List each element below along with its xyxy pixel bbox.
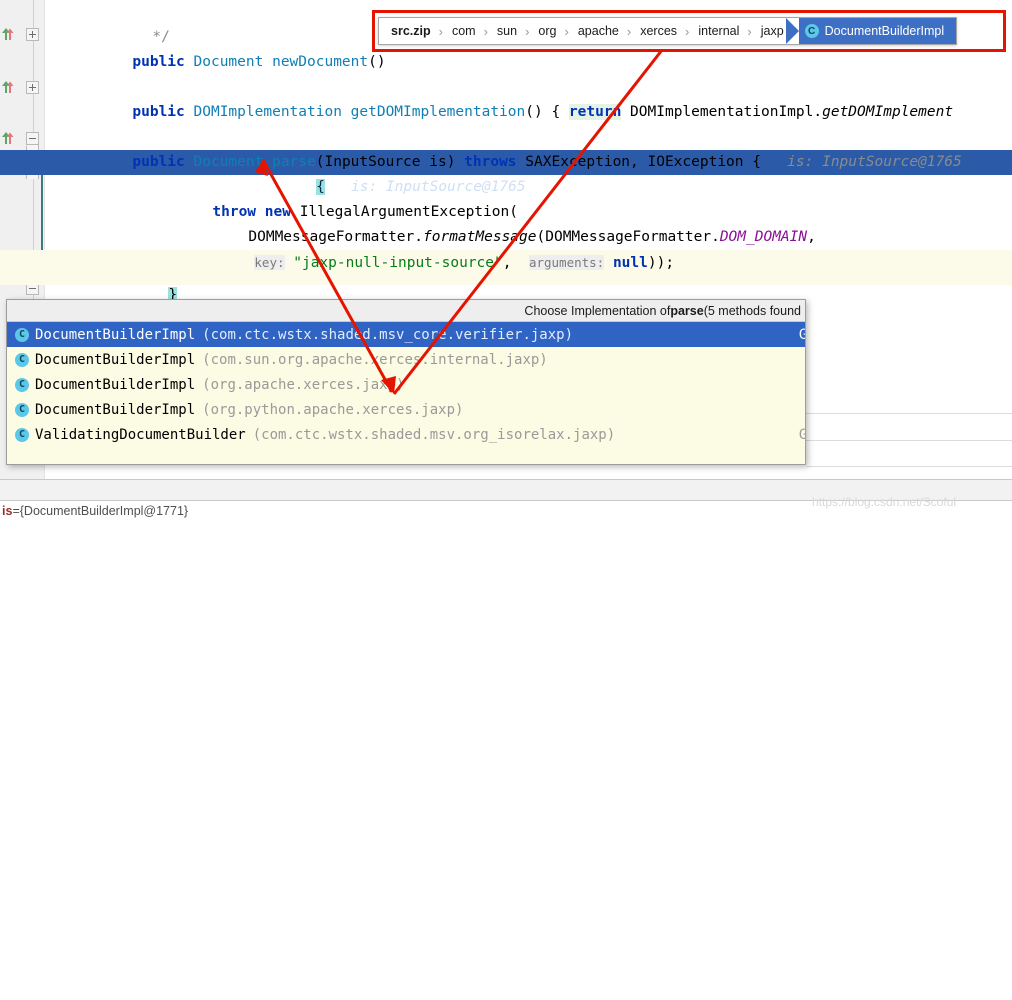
parameter-hint-key: key: xyxy=(254,255,284,270)
breadcrumb-label: apache xyxy=(578,24,619,38)
class-icon: C xyxy=(15,403,29,417)
debug-equals: = xyxy=(12,504,19,518)
implementation-package: (com.sun.org.apache.xerces.internal.jaxp… xyxy=(202,352,548,368)
ide-window: */ public Document newDocument() public … xyxy=(0,0,1012,521)
class-icon: C xyxy=(15,353,29,367)
class-icon: C xyxy=(15,328,29,342)
code-token xyxy=(604,255,613,271)
breadcrumb-label: DocumentBuilderImpl xyxy=(825,24,945,38)
debug-variable-name: is xyxy=(2,504,12,518)
code-token: SAXException, IOException { xyxy=(517,154,761,170)
panel-row-divider xyxy=(806,440,1012,441)
fold-collapse-icon[interactable] xyxy=(26,132,39,145)
breadcrumb-label: jaxp xyxy=(761,24,784,38)
breadcrumb-label: internal xyxy=(698,24,739,38)
debug-variable-value: {DocumentBuilderImpl@1771} xyxy=(20,504,188,518)
code-line: public Document newDocument() xyxy=(80,25,386,50)
fold-expand-icon[interactable] xyxy=(26,28,39,41)
code-token: return xyxy=(569,104,621,120)
code-token: Document xyxy=(194,54,264,70)
implementation-list[interactable]: C DocumentBuilderImpl (com.ctc.wstx.shad… xyxy=(7,322,805,447)
inline-debug-hint: is: InputSource@1765 xyxy=(761,154,962,170)
code-token: public xyxy=(132,54,184,70)
code-token xyxy=(263,54,272,70)
implementation-class-name: DocumentBuilderImpl xyxy=(35,377,195,393)
class-icon: C xyxy=(15,378,29,392)
code-line: public Document parse(InputSource is) th… xyxy=(80,125,962,150)
implementation-class-name: ValidatingDocumentBuilder xyxy=(35,427,246,443)
code-line: key: "jaxp-null-input-source", arguments… xyxy=(202,225,674,250)
panel-row-divider xyxy=(806,466,1012,467)
code-token xyxy=(185,104,194,120)
breadcrumb-label: com xyxy=(452,24,476,38)
popup-header-prefix: Choose Implementation of xyxy=(524,304,670,318)
panel-row-divider xyxy=(806,413,1012,414)
fold-expand-icon[interactable] xyxy=(26,81,39,94)
popup-header-suffix: (5 methods found xyxy=(704,304,801,318)
code-token: , xyxy=(807,229,816,245)
breadcrumb-item-internal[interactable]: internal xyxy=(690,18,746,44)
list-item[interactable]: C DocumentBuilderImpl (com.sun.org.apach… xyxy=(7,347,805,372)
parameter-hint-arguments: arguments: xyxy=(529,255,604,270)
code-token: newDocument xyxy=(272,54,368,70)
breadcrumb-item-xerces[interactable]: xerces xyxy=(632,18,684,44)
implementing-method-icon[interactable] xyxy=(0,27,16,43)
breadcrumb-label: sun xyxy=(497,24,517,38)
code-token: () { xyxy=(525,104,569,120)
code-line: DOMMessageFormatter.formatMessage(DOMMes… xyxy=(196,200,816,225)
implementation-package: (org.apache.xerces.jaxp) xyxy=(202,377,404,393)
implementation-package: (org.python.apache.xerces.jaxp) xyxy=(202,402,463,418)
breadcrumb[interactable]: src.zip › com › sun › org › apache › xer… xyxy=(378,17,957,45)
code-token xyxy=(185,54,194,70)
code-token: , xyxy=(503,255,529,271)
code-token: "jaxp-null-input-source" xyxy=(293,255,503,271)
code-line: } xyxy=(116,258,177,283)
implementation-class-name: DocumentBuilderImpl xyxy=(35,402,195,418)
implementation-source-label: Gradl xyxy=(799,427,806,443)
popup-header-method: parse xyxy=(670,304,703,318)
breadcrumb-item-apache[interactable]: apache xyxy=(570,18,626,44)
code-token xyxy=(342,104,351,120)
code-token: null xyxy=(613,255,648,271)
code-token: )); xyxy=(648,255,674,271)
watermark-text: https://blog.csdn.net/Scoful xyxy=(812,495,956,509)
choose-implementation-popup[interactable]: Choose Implementation of parse (5 method… xyxy=(6,299,806,465)
breadcrumb-label: src.zip xyxy=(391,24,431,38)
breadcrumb-item-current-class[interactable]: C DocumentBuilderImpl xyxy=(799,18,957,44)
implementation-package: (com.ctc.wstx.shaded.msv_core.verifier.j… xyxy=(202,327,573,343)
popup-header: Choose Implementation of parse (5 method… xyxy=(7,300,805,322)
code-token: DOM_DOMAIN xyxy=(720,229,807,245)
code-token: public xyxy=(132,104,184,120)
code-line: throw new IllegalArgumentException( xyxy=(160,175,518,200)
implementing-method-icon[interactable] xyxy=(0,131,16,147)
code-token: getDOMImplementation xyxy=(351,104,526,120)
list-item[interactable]: C DocumentBuilderImpl (org.apache.xerces… xyxy=(7,372,805,397)
implementation-package: (com.ctc.wstx.shaded.msv.org_isorelax.ja… xyxy=(253,427,615,443)
breadcrumb-label: xerces xyxy=(640,24,677,38)
list-item[interactable]: C ValidatingDocumentBuilder (com.ctc.wst… xyxy=(7,422,805,447)
breadcrumb-item-com[interactable]: com xyxy=(444,18,483,44)
list-item[interactable]: C DocumentBuilderImpl (com.ctc.wstx.shad… xyxy=(7,322,805,347)
implementing-method-icon[interactable] xyxy=(0,80,16,96)
code-line: */ xyxy=(100,0,170,25)
implementation-class-name: DocumentBuilderImpl xyxy=(35,327,195,343)
code-token: () xyxy=(368,54,385,70)
class-icon: C xyxy=(805,24,819,38)
code-line-selected: if (is == null) { is: InputSource@1765 xyxy=(124,150,526,175)
code-token xyxy=(285,255,294,271)
breadcrumb-item-sun[interactable]: sun xyxy=(489,18,524,44)
code-token: DOMImplementationImpl. xyxy=(621,104,822,120)
breadcrumb-label: org xyxy=(538,24,556,38)
breadcrumb-item-src-zip[interactable]: src.zip xyxy=(379,18,438,44)
code-token: getDOMImplement xyxy=(822,104,953,120)
implementation-source-label: Gradl xyxy=(799,327,806,343)
code-token: DOMImplementation xyxy=(194,104,342,120)
breadcrumb-item-org[interactable]: org xyxy=(530,18,563,44)
implementation-class-name: DocumentBuilderImpl xyxy=(35,352,195,368)
class-icon: C xyxy=(15,428,29,442)
code-line: public DOMImplementation getDOMImplement… xyxy=(80,75,953,100)
list-item[interactable]: C DocumentBuilderImpl (org.python.apache… xyxy=(7,397,805,422)
